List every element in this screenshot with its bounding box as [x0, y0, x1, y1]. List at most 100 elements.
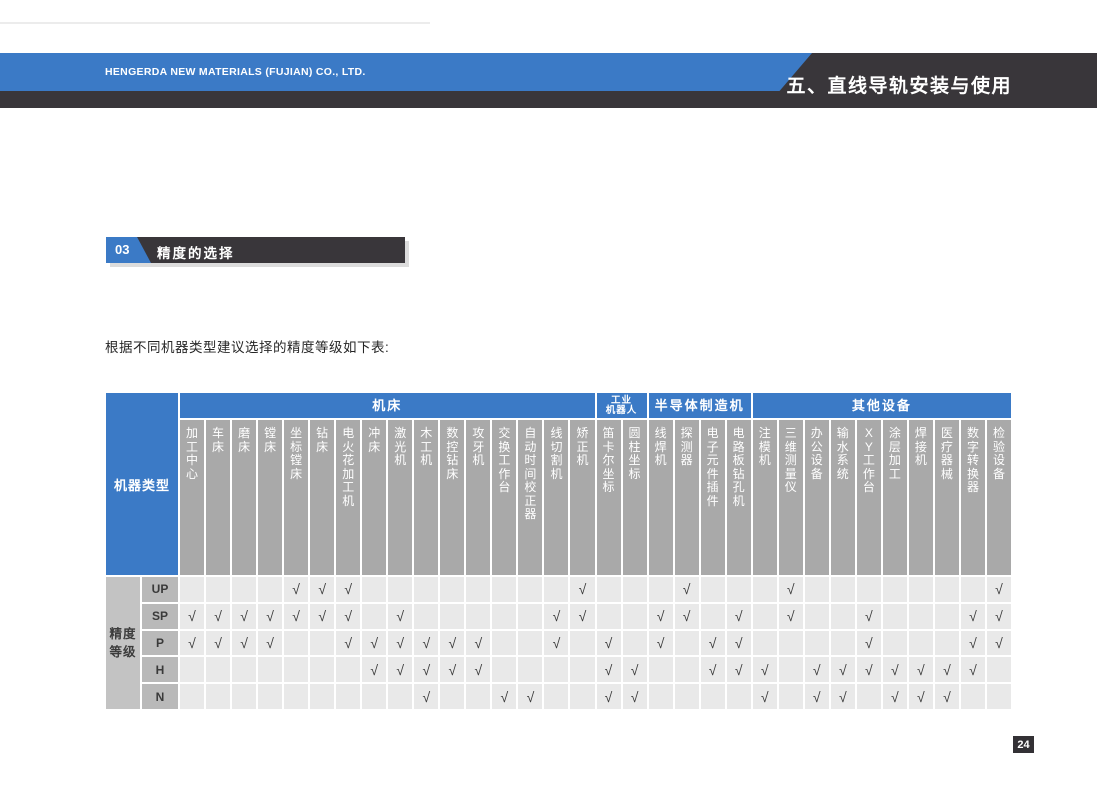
empty-cell [805, 631, 829, 656]
empty-cell [701, 577, 725, 602]
check-mark-cell: √ [414, 631, 438, 656]
check-mark-cell: √ [857, 631, 881, 656]
row-label-p: P [142, 631, 178, 656]
empty-cell [544, 657, 568, 682]
empty-cell [753, 631, 777, 656]
row-label-sp: SP [142, 604, 178, 629]
check-mark-cell: √ [310, 604, 334, 629]
empty-cell [649, 577, 673, 602]
check-mark-cell: √ [570, 604, 594, 629]
check-mark-cell: √ [857, 604, 881, 629]
empty-cell [701, 604, 725, 629]
column-header-cell: 线切割机 [544, 420, 568, 575]
row-label-h: H [142, 657, 178, 682]
check-mark-cell: √ [727, 657, 751, 682]
check-mark-cell: √ [727, 631, 751, 656]
empty-cell [492, 631, 516, 656]
empty-cell [935, 631, 959, 656]
empty-cell [701, 684, 725, 709]
empty-cell [597, 577, 621, 602]
check-mark-cell: √ [180, 631, 204, 656]
empty-cell [362, 604, 386, 629]
column-header-cell: 木工机 [414, 420, 438, 575]
empty-cell [232, 684, 256, 709]
row-label-up: UP [142, 577, 178, 602]
empty-cell [649, 657, 673, 682]
column-header-cell: 线焊机 [649, 420, 673, 575]
check-mark-cell: √ [805, 657, 829, 682]
section-number: 03 [115, 242, 129, 257]
column-header-cell: 三维测量仪 [779, 420, 803, 575]
empty-cell [232, 657, 256, 682]
empty-cell [883, 604, 907, 629]
empty-cell [466, 684, 490, 709]
empty-cell [675, 657, 699, 682]
group-header-cell: 机床 [180, 393, 595, 418]
section-title: 精度的选择 [157, 242, 235, 262]
empty-cell [623, 577, 647, 602]
column-header-cell: 交换工作台 [492, 420, 516, 575]
check-mark-cell: √ [831, 657, 855, 682]
check-mark-cell: √ [883, 684, 907, 709]
intro-text: 根据不同机器类型建议选择的精度等级如下表: [105, 336, 389, 356]
check-mark-cell: √ [727, 604, 751, 629]
header-bar: HENGERDA NEW MATERIALS (FUJIAN) CO., LTD… [0, 53, 1097, 108]
check-mark-cell: √ [284, 577, 308, 602]
column-header-cell: 医疗器械 [935, 420, 959, 575]
empty-cell [909, 604, 933, 629]
check-mark-cell: √ [675, 577, 699, 602]
column-header-cell: 电火花加工机 [336, 420, 360, 575]
empty-cell [831, 631, 855, 656]
check-mark-cell: √ [414, 684, 438, 709]
empty-cell [518, 657, 542, 682]
empty-cell [727, 577, 751, 602]
column-header-cell: 激光机 [388, 420, 412, 575]
check-mark-cell: √ [701, 657, 725, 682]
check-mark-cell: √ [935, 657, 959, 682]
empty-cell [961, 684, 985, 709]
check-mark-cell: √ [883, 657, 907, 682]
check-mark-cell: √ [388, 604, 412, 629]
empty-cell [987, 657, 1011, 682]
column-header-cell: 电路板钻孔机 [727, 420, 751, 575]
check-mark-cell: √ [180, 604, 204, 629]
empty-cell [284, 631, 308, 656]
empty-cell [883, 631, 907, 656]
check-mark-cell: √ [388, 657, 412, 682]
check-mark-cell: √ [440, 631, 464, 656]
check-mark-cell: √ [310, 577, 334, 602]
empty-cell [857, 577, 881, 602]
column-header-cell: 注模机 [753, 420, 777, 575]
check-mark-cell: √ [466, 657, 490, 682]
section-bar: 03 精度的选择 [106, 237, 405, 263]
empty-cell [909, 631, 933, 656]
empty-cell [518, 631, 542, 656]
check-mark-cell: √ [831, 684, 855, 709]
empty-cell [935, 577, 959, 602]
column-header-cell: 车床 [206, 420, 230, 575]
empty-cell [388, 577, 412, 602]
precision-table: 机器类型机床工业机器人半导体制造机其他设备加工中心车床磨床镗床坐标镗床钻床电火花… [106, 393, 1011, 709]
check-mark-cell: √ [284, 604, 308, 629]
column-header-cell: 镗床 [258, 420, 282, 575]
column-header-cell: 数字转换器 [961, 420, 985, 575]
header-blue-band: HENGERDA NEW MATERIALS (FUJIAN) CO., LTD… [0, 53, 812, 91]
empty-cell [779, 684, 803, 709]
empty-cell [206, 657, 230, 682]
check-mark-cell: √ [909, 657, 933, 682]
empty-cell [883, 577, 907, 602]
check-mark-cell: √ [492, 684, 516, 709]
column-header-cell: 办公设备 [805, 420, 829, 575]
check-mark-cell: √ [805, 684, 829, 709]
check-mark-cell: √ [232, 604, 256, 629]
check-mark-cell: √ [779, 577, 803, 602]
empty-cell [961, 577, 985, 602]
column-header-cell: 攻牙机 [466, 420, 490, 575]
check-mark-cell: √ [206, 604, 230, 629]
check-mark-cell: √ [206, 631, 230, 656]
empty-cell [597, 604, 621, 629]
check-mark-cell: √ [779, 604, 803, 629]
empty-cell [727, 684, 751, 709]
group-header-cell: 工业机器人 [597, 393, 647, 418]
check-mark-cell: √ [570, 577, 594, 602]
